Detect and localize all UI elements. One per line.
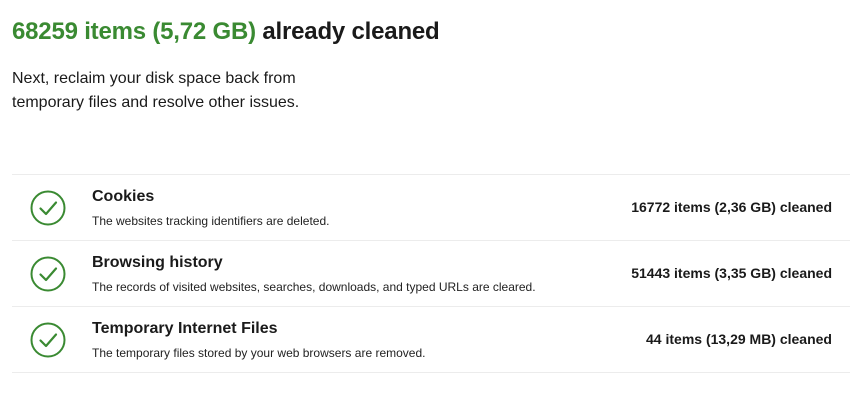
item-title: Temporary Internet Files <box>92 320 278 337</box>
cleaned-item-browsing-history: Browsing history The records of visited … <box>12 241 850 307</box>
cleaned-item-temporary-internet-files: Temporary Internet Files The temporary f… <box>12 307 850 373</box>
item-status: 16772 items (2,36 GB) cleaned <box>631 199 832 215</box>
item-status: 44 items (13,29 MB) cleaned <box>646 331 832 347</box>
item-description: The temporary files stored by your web b… <box>92 346 426 360</box>
cleaned-count: 68259 items (5,72 GB) <box>12 18 256 45</box>
item-title: Browsing history <box>92 254 223 271</box>
check-circle-icon <box>30 322 66 358</box>
item-description: The records of visited websites, searche… <box>92 280 536 294</box>
summary-description: Next, reclaim your disk space back from … <box>12 70 300 111</box>
item-status: 51443 items (3,35 GB) cleaned <box>631 265 832 281</box>
cleaned-suffix: already cleaned <box>262 18 440 45</box>
check-circle-icon <box>30 190 66 226</box>
item-description: The websites tracking identifiers are de… <box>92 214 330 228</box>
check-circle-icon <box>30 256 66 292</box>
item-title: Cookies <box>92 188 155 205</box>
cleaned-item-cookies: Cookies The websites tracking identifier… <box>12 175 850 241</box>
cleaned-items-list: Cookies The websites tracking identifier… <box>12 174 850 373</box>
cleaned-summary-heading: 68259 items (5,72 GB) already cleaned <box>12 18 440 46</box>
